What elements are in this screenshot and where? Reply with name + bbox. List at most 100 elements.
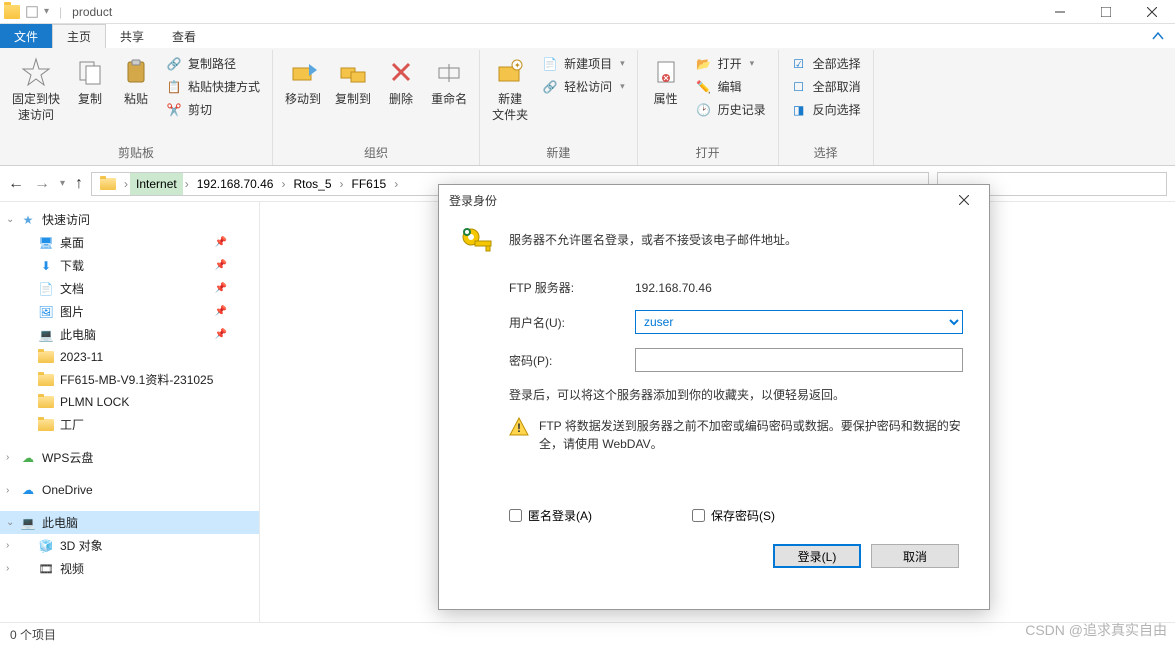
maximize-button[interactable] [1083,0,1129,24]
open-button[interactable]: 📂打开▾ [690,52,772,75]
copy-button[interactable]: 复制 [68,52,112,112]
sidebar-item-folder[interactable]: FF615-MB-V9.1资料-231025 [0,368,259,391]
open-icon: 📂 [696,56,712,72]
paste-shortcut-button[interactable]: 📋粘贴快捷方式 [160,75,266,98]
breadcrumb-item[interactable]: Internet [130,173,183,195]
close-button[interactable] [1129,0,1175,24]
folder-icon [38,394,54,410]
breadcrumb-item[interactable]: Rtos_5 [287,173,337,195]
login-dialog: 登录身份 服务器不允许匿名登录，或者不接受该电子邮件地址。 FTP 服务器: 1… [438,184,990,610]
select-all-icon: ☑ [791,56,807,72]
password-input[interactable] [635,348,963,372]
copy-path-button[interactable]: 🔗复制路径 [160,52,266,75]
breadcrumb-item[interactable]: FF615 [346,173,393,195]
chevron-right-icon[interactable]: › [392,177,400,191]
minimize-button[interactable] [1037,0,1083,24]
star-icon: ★ [20,212,36,228]
new-folder-button[interactable]: ✦新建 文件夹 [486,52,534,127]
chevron-right-icon[interactable]: › [279,177,287,191]
delete-button[interactable]: 删除 [379,52,423,112]
ribbon-group-organize: 移动到 复制到 删除 重命名 组织 [273,50,480,165]
breadcrumb-root-icon[interactable] [94,173,122,195]
tab-share[interactable]: 共享 [106,24,158,48]
cancel-button[interactable]: 取消 [871,544,959,568]
tab-file[interactable]: 文件 [0,24,52,48]
sidebar-item-3d[interactable]: ›🧊3D 对象 [0,534,259,557]
server-label: FTP 服务器: [509,279,635,296]
chevron-right-icon[interactable]: › [122,177,130,191]
anonymous-checkbox[interactable]: 匿名登录(A) [509,507,592,524]
easy-access-button[interactable]: 🔗轻松访问▾ [536,75,631,98]
svg-text:!: ! [517,421,521,435]
pin-quick-access-button[interactable]: 固定到快 速访问 [6,52,66,127]
password-label: 密码(P): [509,352,635,369]
dialog-title: 登录身份 [449,192,497,209]
tab-home[interactable]: 主页 [52,24,106,48]
delete-icon [385,56,417,88]
folder-icon [38,349,54,365]
edit-button[interactable]: ✏️编辑 [690,75,772,98]
group-label-open: 打开 [644,142,772,163]
cut-icon: ✂️ [166,102,182,118]
breadcrumb-item[interactable]: 192.168.70.46 [191,173,280,195]
sidebar-item-documents[interactable]: 📄文档📌 [0,277,259,300]
new-item-button[interactable]: 📄新建项目▾ [536,52,631,75]
sidebar-item-pictures[interactable]: 🖼图片📌 [0,300,259,323]
sidebar-item-videos[interactable]: ›🎞视频 [0,557,259,580]
new-item-icon: 📄 [542,56,558,72]
chevron-right-icon[interactable]: › [183,177,191,191]
window-title: product [72,5,112,19]
sidebar-item-folder[interactable]: 2023-11 [0,346,259,368]
sidebar-wps[interactable]: ›☁WPS云盘 [0,446,259,469]
pin-icon: 📌 [215,260,251,271]
pin-icon: 📌 [215,329,251,340]
history-button[interactable]: 🕑历史记录 [690,98,772,121]
status-item-count: 0 个项目 [10,626,56,643]
rename-button[interactable]: 重命名 [425,52,473,112]
copyto-icon [337,56,369,88]
up-button[interactable]: ↑ [75,175,83,193]
copy-to-button[interactable]: 复制到 [329,52,377,112]
recent-locations-button[interactable]: ▾ [60,178,65,189]
select-all-button[interactable]: ☑全部选择 [785,52,867,75]
sidebar-quick-access[interactable]: ⌄★快速访问 [0,208,259,231]
sidebar-thispc-root[interactable]: ⌄💻此电脑 [0,511,259,534]
back-button[interactable]: ← [8,175,24,193]
sidebar-item-folder[interactable]: PLMN LOCK [0,391,259,413]
invert-selection-button[interactable]: ◨反向选择 [785,98,867,121]
paste-button[interactable]: 粘贴 [114,52,158,112]
forward-button[interactable]: → [34,175,50,193]
easy-access-icon: 🔗 [542,79,558,95]
sidebar: ⌄★快速访问 🖥桌面📌 ⬇下载📌 📄文档📌 🖼图片📌 💻此电脑📌 2023-11… [0,202,260,622]
qat-dropdown-icon[interactable]: ▾ [44,6,49,17]
qat-icon[interactable] [24,4,40,20]
properties-button[interactable]: 属性 [644,52,688,112]
login-button[interactable]: 登录(L) [773,544,861,568]
username-input[interactable]: zuser [635,310,963,334]
tab-view[interactable]: 查看 [158,24,210,48]
select-none-button[interactable]: ☐全部取消 [785,75,867,98]
sidebar-item-folder[interactable]: 工厂 [0,413,259,436]
sidebar-onedrive[interactable]: ›☁OneDrive [0,479,259,501]
sidebar-item-desktop[interactable]: 🖥桌面📌 [0,231,259,254]
shortcut-icon: 📋 [166,79,182,95]
dialog-close-button[interactable] [949,185,979,215]
save-password-checkbox[interactable]: 保存密码(S) [692,507,775,524]
cut-button[interactable]: ✂️剪切 [160,98,266,121]
dialog-message: 服务器不允许匿名登录，或者不接受该电子邮件地址。 [509,225,797,248]
ribbon-collapse-button[interactable] [1141,24,1175,48]
pin-icon [20,56,52,88]
pc-icon: 💻 [38,327,54,343]
folder-icon [38,417,54,433]
sidebar-item-downloads[interactable]: ⬇下载📌 [0,254,259,277]
invert-icon: ◨ [791,102,807,118]
copy-icon [74,56,106,88]
ribbon-group-clipboard: 固定到快 速访问 复制 粘贴 🔗复制路径 📋粘贴快捷方式 ✂️剪切 剪贴板 [0,50,273,165]
ribbon-group-select: ☑全部选择 ☐全部取消 ◨反向选择 选择 [779,50,874,165]
move-to-button[interactable]: 移动到 [279,52,327,112]
sidebar-item-thispc[interactable]: 💻此电脑📌 [0,323,259,346]
paste-icon [120,56,152,88]
chevron-right-icon[interactable]: › [338,177,346,191]
close-icon [1147,7,1157,17]
window-titlebar: ▾ | product [0,0,1175,24]
